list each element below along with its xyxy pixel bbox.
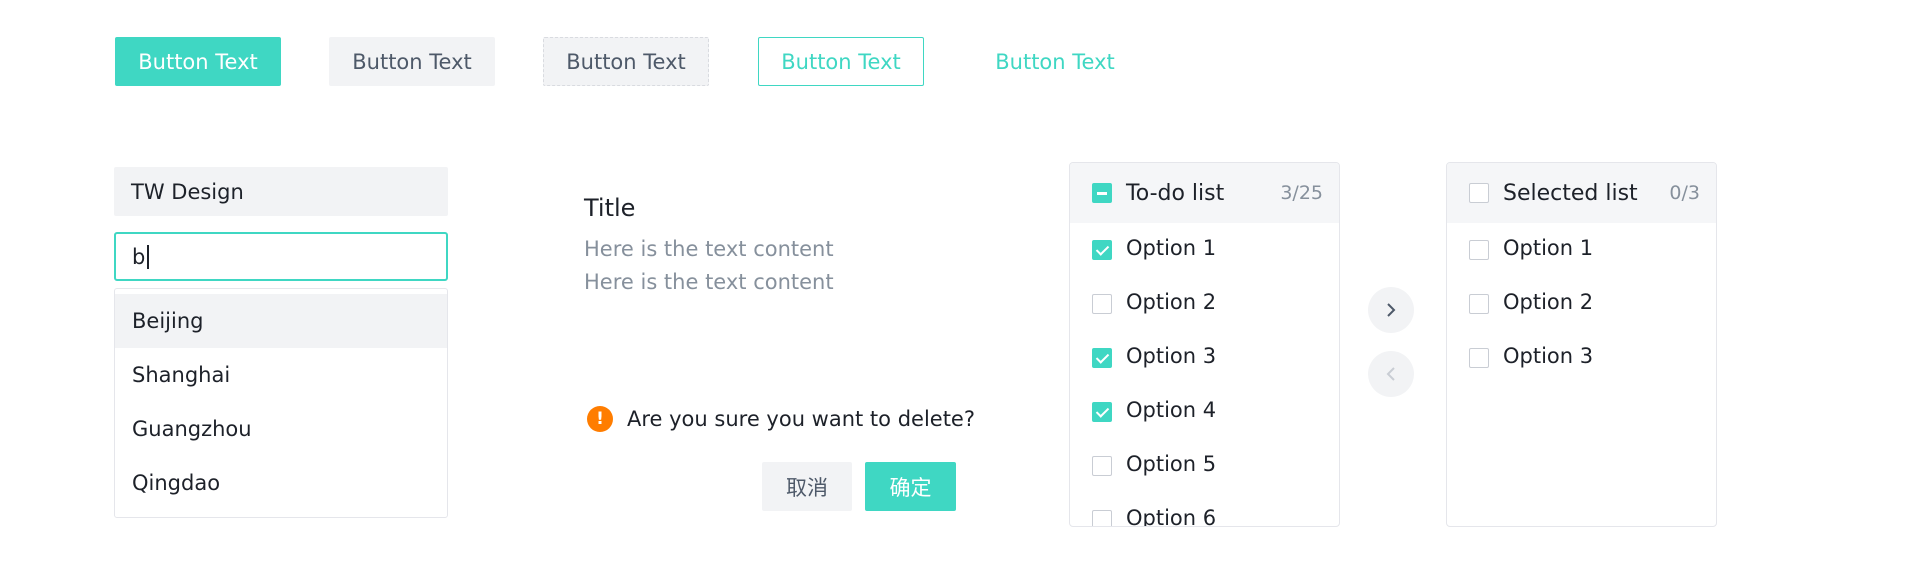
checkbox[interactable] bbox=[1092, 510, 1112, 526]
todo-list-header: To-do list 3/25 bbox=[1070, 163, 1339, 223]
todo-list-panel: To-do list 3/25 Option 1 Option 2 Option… bbox=[1069, 162, 1340, 527]
list-item[interactable]: Option 1 bbox=[1447, 223, 1716, 277]
selected-list-header: Selected list 0/3 bbox=[1447, 163, 1716, 223]
search-input[interactable]: b bbox=[114, 232, 448, 281]
move-left-button[interactable] bbox=[1368, 351, 1414, 397]
dropdown-option[interactable]: Qingdao bbox=[115, 456, 447, 510]
list-item-label: Option 4 bbox=[1126, 398, 1217, 422]
filled-input-value: TW Design bbox=[131, 179, 244, 204]
search-input-value: b bbox=[132, 244, 146, 269]
filled-input[interactable]: TW Design bbox=[114, 167, 448, 216]
checkbox[interactable] bbox=[1092, 402, 1112, 422]
list-item[interactable]: Option 4 bbox=[1070, 385, 1339, 439]
list-item-label: Option 2 bbox=[1503, 290, 1594, 314]
card-text-line: Here is the text content bbox=[584, 270, 834, 294]
list-item[interactable]: Option 6 bbox=[1070, 493, 1339, 527]
todo-list-title: To-do list bbox=[1126, 180, 1225, 206]
outline-button[interactable]: Button Text bbox=[758, 37, 924, 86]
cancel-button[interactable]: 取消 bbox=[762, 462, 852, 511]
secondary-button[interactable]: Button Text bbox=[329, 37, 495, 86]
dropdown-option[interactable]: Guangzhou bbox=[115, 402, 447, 456]
select-all-checkbox[interactable] bbox=[1469, 183, 1489, 203]
selected-list-count: 0/3 bbox=[1669, 182, 1700, 204]
card-text-line: Here is the text content bbox=[584, 237, 834, 261]
selected-list-title: Selected list bbox=[1503, 180, 1638, 206]
list-item[interactable]: Option 3 bbox=[1447, 331, 1716, 385]
list-item[interactable]: Option 2 bbox=[1070, 277, 1339, 331]
autocomplete-dropdown: Beijing Shanghai Guangzhou Qingdao bbox=[114, 288, 448, 518]
list-item-label: Option 3 bbox=[1503, 344, 1594, 368]
list-item-label: Option 5 bbox=[1126, 452, 1217, 476]
confirm-message: Are you sure you want to delete? bbox=[627, 407, 975, 431]
chevron-left-icon bbox=[1386, 367, 1395, 381]
list-item-label: Option 1 bbox=[1503, 236, 1594, 260]
dropdown-option[interactable]: Shanghai bbox=[115, 348, 447, 402]
checkbox[interactable] bbox=[1092, 348, 1112, 368]
text-button[interactable]: Button Text bbox=[972, 37, 1138, 86]
checkbox[interactable] bbox=[1469, 348, 1489, 368]
list-item-label: Option 6 bbox=[1126, 506, 1217, 527]
select-all-checkbox[interactable] bbox=[1092, 183, 1112, 203]
checkbox[interactable] bbox=[1092, 240, 1112, 260]
todo-list-count: 3/25 bbox=[1280, 182, 1323, 204]
selected-list-panel: Selected list 0/3 Option 1 Option 2 Opti… bbox=[1446, 162, 1717, 527]
card-title: Title bbox=[584, 194, 636, 222]
list-item[interactable]: Option 1 bbox=[1070, 223, 1339, 277]
move-right-button[interactable] bbox=[1368, 287, 1414, 333]
list-item-label: Option 1 bbox=[1126, 236, 1217, 260]
list-item[interactable]: Option 3 bbox=[1070, 331, 1339, 385]
warning-icon: ! bbox=[587, 406, 613, 432]
list-item-label: Option 3 bbox=[1126, 344, 1217, 368]
dashed-button[interactable]: Button Text bbox=[543, 37, 709, 86]
chevron-right-icon bbox=[1387, 303, 1396, 317]
primary-button[interactable]: Button Text bbox=[115, 37, 281, 86]
checkbox[interactable] bbox=[1092, 456, 1112, 476]
list-item-label: Option 2 bbox=[1126, 290, 1217, 314]
list-item[interactable]: Option 2 bbox=[1447, 277, 1716, 331]
confirm-button[interactable]: 确定 bbox=[865, 462, 956, 511]
text-caret bbox=[147, 244, 150, 269]
checkbox[interactable] bbox=[1092, 294, 1112, 314]
checkbox[interactable] bbox=[1469, 294, 1489, 314]
checkbox[interactable] bbox=[1469, 240, 1489, 260]
list-item[interactable]: Option 5 bbox=[1070, 439, 1339, 493]
dropdown-option[interactable]: Beijing bbox=[115, 294, 447, 348]
